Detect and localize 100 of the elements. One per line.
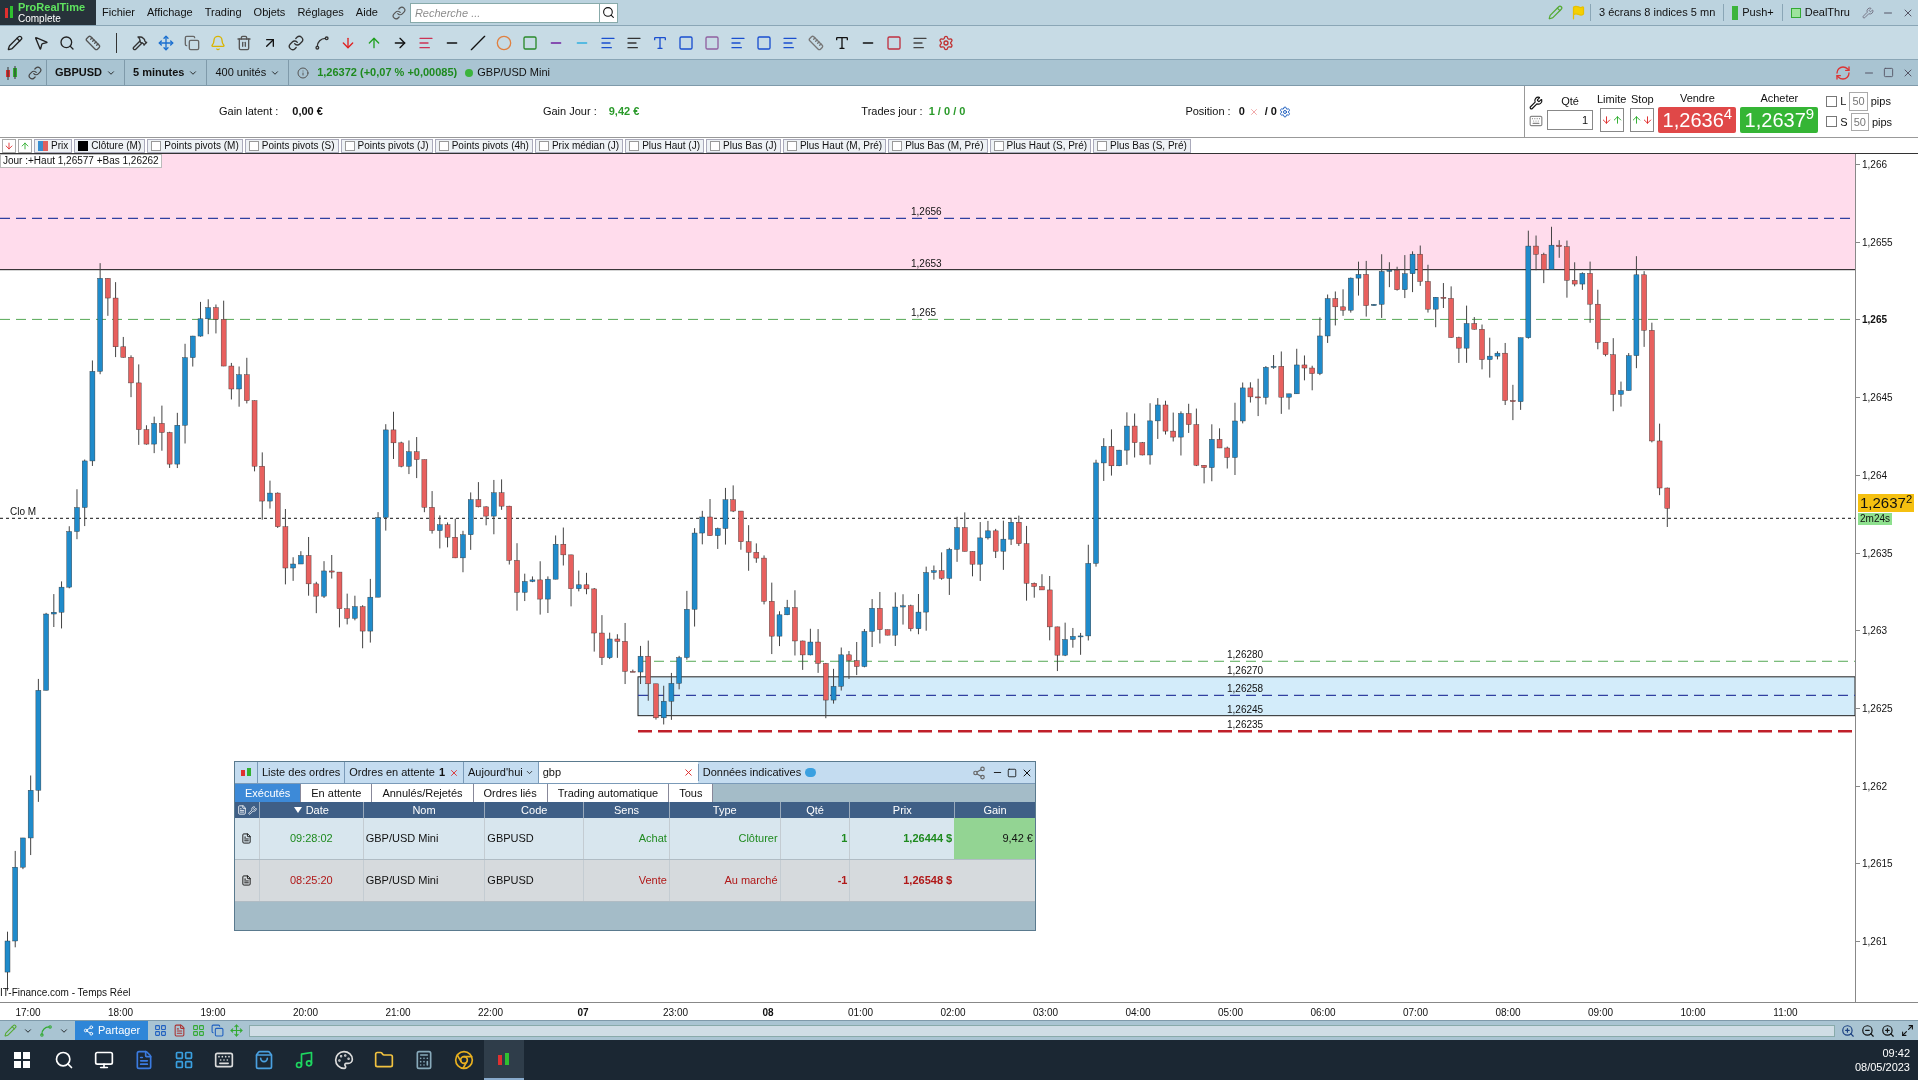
indicator-tab[interactable]: Clôture (M) xyxy=(74,138,146,153)
qty-field[interactable]: 1 xyxy=(1547,109,1593,130)
axis-label: 07 xyxy=(576,1006,590,1020)
stop-order-button[interactable] xyxy=(1630,107,1655,132)
menu-item[interactable]: Trading xyxy=(198,4,248,21)
axis-label: 1,262 xyxy=(1856,778,1888,794)
period-dropdown[interactable]: Aujourd'hui xyxy=(463,762,538,783)
gain-latent-value: 0,00 € xyxy=(292,104,323,120)
menu-item[interactable]: Réglages xyxy=(291,4,350,21)
indicator-tab[interactable]: Points pivots (4h) xyxy=(434,138,533,153)
share-button[interactable]: Partager xyxy=(75,1021,149,1040)
sell-label: Vendre xyxy=(1679,91,1715,107)
units-dropdown[interactable]: 400 unités xyxy=(206,60,290,85)
orders-tab[interactable]: Ordres liés xyxy=(473,784,548,802)
pips-field[interactable]: 50 xyxy=(1850,112,1869,131)
push-button[interactable]: Push+ xyxy=(1723,4,1782,21)
orders-tab[interactable]: Trading automatique xyxy=(547,784,670,802)
link-icon[interactable] xyxy=(391,5,406,20)
symbol-dropdown[interactable]: GBPUSD xyxy=(46,60,125,85)
menu-item[interactable]: Fichier xyxy=(96,4,141,21)
search-field[interactable]: Recherche ... xyxy=(409,2,600,23)
indicator-label: Plus Bas (J) xyxy=(723,139,777,153)
pips-field[interactable]: 50 xyxy=(1849,92,1868,111)
document-icon[interactable] xyxy=(236,805,247,815)
checkbox[interactable] xyxy=(892,140,903,151)
checkbox[interactable] xyxy=(344,140,355,151)
dealthru-button[interactable]: DealThru xyxy=(1781,4,1858,21)
candles-icon[interactable] xyxy=(4,64,20,81)
fit-icon[interactable] xyxy=(1901,1024,1914,1037)
close-label: Clo M xyxy=(10,505,37,520)
sell-button[interactable]: 1,2636$^{4}$ xyxy=(1658,106,1737,133)
checkbox[interactable] xyxy=(993,140,1004,151)
add-icon[interactable] xyxy=(18,138,32,153)
checkbox[interactable] xyxy=(151,140,162,151)
indicator-tab[interactable]: Plus Haut (J) xyxy=(625,138,704,153)
indicator-tab[interactable]: Plus Bas (S, Pré) xyxy=(1093,138,1191,153)
indicator-tab[interactable]: Points pivots (M) xyxy=(147,138,243,153)
checkbox[interactable] xyxy=(629,140,640,151)
checkbox[interactable] xyxy=(248,140,259,151)
zoom-out-icon[interactable] xyxy=(1861,1023,1875,1038)
axis-label: 1,261 xyxy=(1856,934,1888,949)
menu-item[interactable]: Objets xyxy=(247,4,292,21)
table-cell: GBP/USD Mini xyxy=(362,818,485,859)
checkbox[interactable] xyxy=(710,140,720,151)
menu-item[interactable]: Aide xyxy=(349,4,384,21)
remove-icon[interactable] xyxy=(2,138,16,153)
chart-app-icon[interactable] xyxy=(484,1040,524,1080)
table-cell: 08:25:20 xyxy=(258,860,363,901)
clear-icon[interactable] xyxy=(682,767,694,778)
pending-orders-tab[interactable]: Ordres en attente 1 xyxy=(344,762,463,783)
indicator-tab[interactable]: Plus Bas (J) xyxy=(706,138,781,153)
settings-icon[interactable] xyxy=(1279,105,1291,118)
link-icon[interactable] xyxy=(28,65,42,80)
indicator-tab[interactable]: Prix xyxy=(34,138,73,153)
zoom-in-icon[interactable] xyxy=(1841,1023,1855,1038)
orders-tab[interactable]: En attente xyxy=(301,784,373,802)
indicator-tab[interactable]: Prix médian (J) xyxy=(534,138,624,153)
checkbox[interactable] xyxy=(786,140,797,151)
orders-tab[interactable]: Exécutés xyxy=(235,784,302,802)
checkbox[interactable] xyxy=(1826,116,1838,128)
report-icon[interactable] xyxy=(173,1024,187,1037)
windows-logo-icon[interactable] xyxy=(14,1052,30,1068)
axis-label: 22:00 xyxy=(477,1006,504,1020)
limit-order-button[interactable] xyxy=(1599,107,1624,132)
workspace-label[interactable]: 3 écrans 8 indices 5 mn xyxy=(1590,4,1724,21)
axis-label: 21:00 xyxy=(384,1006,412,1020)
indicator-tab[interactable]: Points pivots (J) xyxy=(340,138,433,153)
info-icon[interactable] xyxy=(297,66,310,79)
indicator-tab[interactable]: Plus Haut (S, Pré) xyxy=(989,138,1092,153)
trades-label: Trades jour : xyxy=(861,104,923,120)
level-label: 1,2656 xyxy=(911,206,942,218)
indicator-tab[interactable]: Plus Haut (M, Pré) xyxy=(782,138,887,153)
windows-icon[interactable] xyxy=(211,1024,225,1037)
scrollbar[interactable] xyxy=(249,1024,1835,1037)
checkbox[interactable] xyxy=(438,140,449,151)
orders-list-tab[interactable]: Liste des ordres xyxy=(257,762,345,783)
limit-label: Limite xyxy=(1597,92,1627,108)
wrench-icon[interactable] xyxy=(1529,95,1543,110)
interval-dropdown[interactable]: 5 minutes xyxy=(124,60,207,85)
axis-label: 1,2645 xyxy=(1856,390,1893,406)
indicator-tab[interactable]: Points pivots (S) xyxy=(244,138,339,153)
indicator-label: Points pivots (S) xyxy=(261,139,335,153)
checkbox[interactable] xyxy=(1826,95,1838,107)
orders-tab[interactable]: Annulés/Rejetés xyxy=(372,784,474,802)
indicator-tab[interactable]: Plus Bas (M, Pré) xyxy=(888,138,988,153)
maximize-icon[interactable] xyxy=(1883,67,1894,78)
checkbox[interactable] xyxy=(1097,140,1108,151)
zoom-in-icon[interactable] xyxy=(1881,1023,1895,1038)
checkbox[interactable] xyxy=(538,140,549,151)
filter-field[interactable]: gbp xyxy=(537,762,698,783)
refresh-icon[interactable] xyxy=(1835,64,1851,81)
search-icon[interactable] xyxy=(601,6,615,19)
menu-item[interactable]: Affichage xyxy=(141,4,199,21)
price-tag: 1,2637$^{2}$ xyxy=(1858,494,1915,513)
orders-tab[interactable]: Tous xyxy=(669,784,714,802)
stop-label: Stop xyxy=(1631,92,1654,108)
indicator-label: Prix médian (J) xyxy=(551,139,620,153)
maximize-icon[interactable] xyxy=(1007,767,1017,778)
instrument-name: GBP/USD Mini xyxy=(477,65,550,81)
share-icon[interactable] xyxy=(972,765,986,780)
